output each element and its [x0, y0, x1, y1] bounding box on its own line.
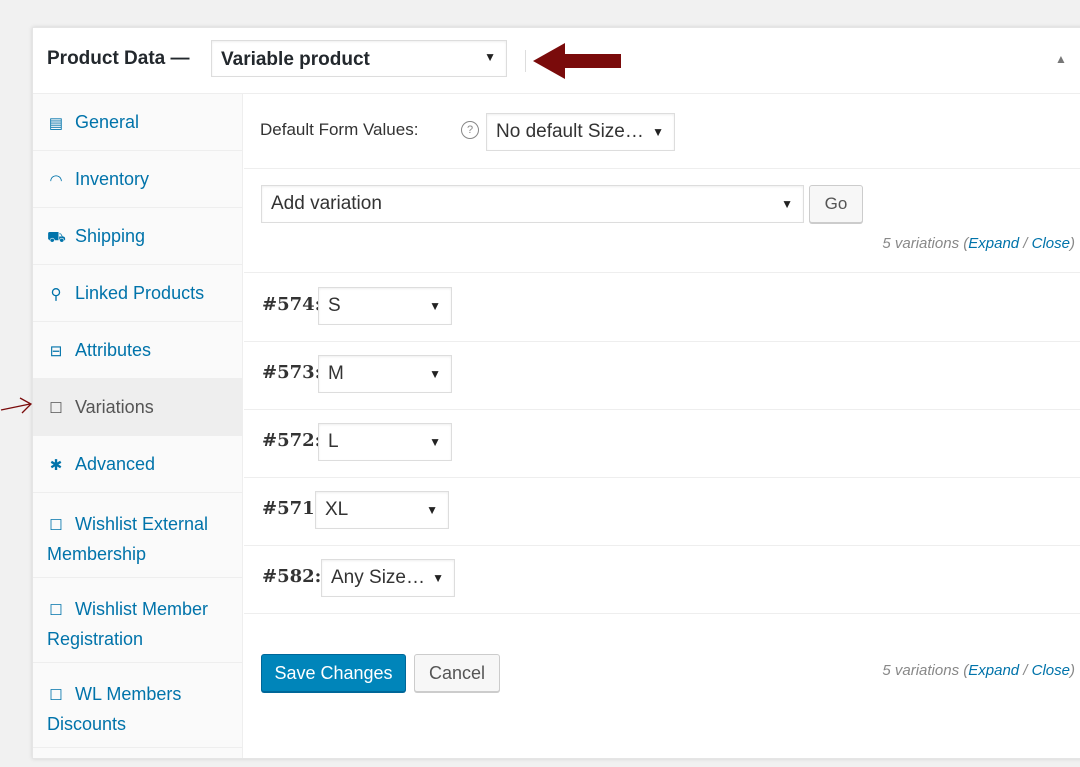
divider	[525, 50, 526, 72]
tab-shipping[interactable]: ⛟ Shipping	[33, 208, 242, 265]
variation-id: #571:	[262, 498, 322, 519]
variations-count: 5 variations (Expand / Close)	[882, 235, 1075, 252]
tab-variations[interactable]: ☐ Variations	[33, 379, 242, 436]
product-data-tabs: ▤ General ◠ Inventory ⛟ Shipping ⚲ Linked Pr…	[33, 94, 243, 758]
tab-label: Linked Products	[75, 283, 205, 303]
tab-linked-products[interactable]: ⚲ Linked Products	[33, 265, 242, 322]
tab-label: Wishlist Member Registration	[47, 599, 209, 649]
panel-header: Product Data — Variable product ▼ ▲	[33, 28, 1080, 94]
variation-id: #572:	[262, 430, 322, 451]
variation-id: #574:	[262, 294, 322, 315]
product-type-select[interactable]: Variable product ▼	[211, 40, 507, 77]
close-link[interactable]: Close	[1032, 662, 1070, 679]
chevron-down-icon: ▼	[432, 571, 444, 585]
tab-advanced[interactable]: ✱ Advanced	[33, 436, 242, 493]
variation-id: #582:	[262, 566, 322, 587]
tab-label: Variations	[75, 397, 154, 417]
tab-attributes[interactable]: ⊟ Attributes	[33, 322, 242, 379]
general-icon: ▤	[48, 115, 64, 132]
cancel-button[interactable]: Cancel	[414, 654, 500, 692]
default-form-values-label: Default Form Values:	[260, 120, 419, 139]
variation-row: #582: Any Size… ▼	[244, 545, 1080, 614]
variation-row: #574: S ▼	[244, 273, 1080, 342]
chevron-down-icon: ▼	[484, 50, 496, 64]
variation-size-value: L	[328, 431, 339, 452]
tab-label: Inventory	[75, 169, 150, 189]
go-button[interactable]: Go	[809, 185, 863, 223]
variation-size-select[interactable]: S ▼	[318, 287, 452, 325]
variation-size-value: Any Size…	[331, 567, 425, 588]
variation-size-select[interactable]: L ▼	[318, 423, 452, 461]
variation-size-value: S	[328, 295, 341, 316]
close-link[interactable]: Close	[1032, 235, 1070, 252]
variation-size-value: XL	[325, 499, 349, 520]
separator: /	[1023, 235, 1028, 252]
tab-label: General	[75, 112, 140, 132]
variation-size-select[interactable]: Any Size… ▼	[321, 559, 455, 597]
help-icon[interactable]: ?	[461, 121, 479, 139]
window-icon: ☐	[49, 517, 63, 534]
save-changes-button[interactable]: Save Changes	[261, 654, 406, 692]
count-label: 5 variations	[882, 662, 960, 679]
arrow-right-icon	[0, 397, 33, 414]
arrow-left-icon	[533, 43, 621, 79]
variations-count: 5 variations (Expand / Close)	[882, 662, 1075, 679]
chevron-down-icon: ▼	[426, 503, 438, 517]
default-form-values-row: Default Form Values: ? No default Size… …	[244, 94, 1080, 169]
window-icon: ☐	[49, 602, 63, 619]
variation-row: #571: XL ▼	[244, 477, 1080, 546]
tab-wishlist-member-registration[interactable]: ☐ Wishlist Member Registration	[33, 578, 242, 663]
tab-general[interactable]: ▤ General	[33, 94, 242, 151]
product-data-panel: Product Data — Variable product ▼ ▲ ▤ Gen…	[32, 27, 1080, 759]
tab-label: WL Members Discounts	[47, 684, 182, 734]
tab-label: Wishlist External Membership	[47, 514, 209, 564]
add-variation-row: Add variation ▼ Go 5 variations (Expand …	[244, 169, 1080, 273]
variation-size-select[interactable]: XL ▼	[315, 491, 449, 529]
window-icon: ☐	[49, 687, 63, 704]
window-icon: ☐	[49, 400, 63, 417]
panel-title: Product Data —	[47, 48, 190, 69]
variation-size-select[interactable]: M ▼	[318, 355, 452, 393]
chevron-down-icon: ▼	[652, 125, 664, 139]
shipping-icon: ⛟	[47, 229, 66, 246]
tab-label: Shipping	[75, 226, 146, 246]
count-label: 5 variations	[882, 235, 960, 252]
expand-link[interactable]: Expand	[968, 662, 1019, 679]
chevron-down-icon: ▼	[781, 197, 793, 211]
tab-label: Attributes	[75, 340, 152, 360]
separator: /	[1023, 662, 1028, 679]
add-variation-value: Add variation	[271, 193, 382, 214]
chevron-down-icon: ▼	[429, 367, 441, 381]
tab-wl-members-discounts[interactable]: ☐ WL Members Discounts	[33, 663, 242, 748]
gear-icon: ✱	[49, 457, 63, 474]
link-icon: ⚲	[50, 286, 62, 303]
tab-wishlist-external-membership[interactable]: ☐ Wishlist External Membership	[33, 493, 242, 578]
tab-label: Advanced	[75, 454, 156, 474]
variations-panel: Default Form Values: ? No default Size… …	[244, 94, 1080, 758]
variation-size-value: M	[328, 363, 344, 384]
attributes-icon: ⊟	[49, 343, 63, 360]
variation-id: #573:	[262, 362, 322, 383]
product-type-value: Variable product	[221, 49, 370, 70]
collapse-toggle-icon[interactable]: ▲	[1055, 52, 1067, 66]
tab-inventory[interactable]: ◠ Inventory	[33, 151, 242, 208]
variation-row: #573: M ▼	[244, 341, 1080, 410]
inventory-icon: ◠	[49, 172, 63, 189]
variation-row: #572: L ▼	[244, 409, 1080, 478]
chevron-down-icon: ▼	[429, 435, 441, 449]
chevron-down-icon: ▼	[429, 299, 441, 313]
default-size-value: No default Size…	[496, 121, 644, 142]
default-size-select[interactable]: No default Size… ▼	[486, 113, 675, 151]
expand-link[interactable]: Expand	[968, 235, 1019, 252]
add-variation-select[interactable]: Add variation ▼	[261, 185, 804, 223]
